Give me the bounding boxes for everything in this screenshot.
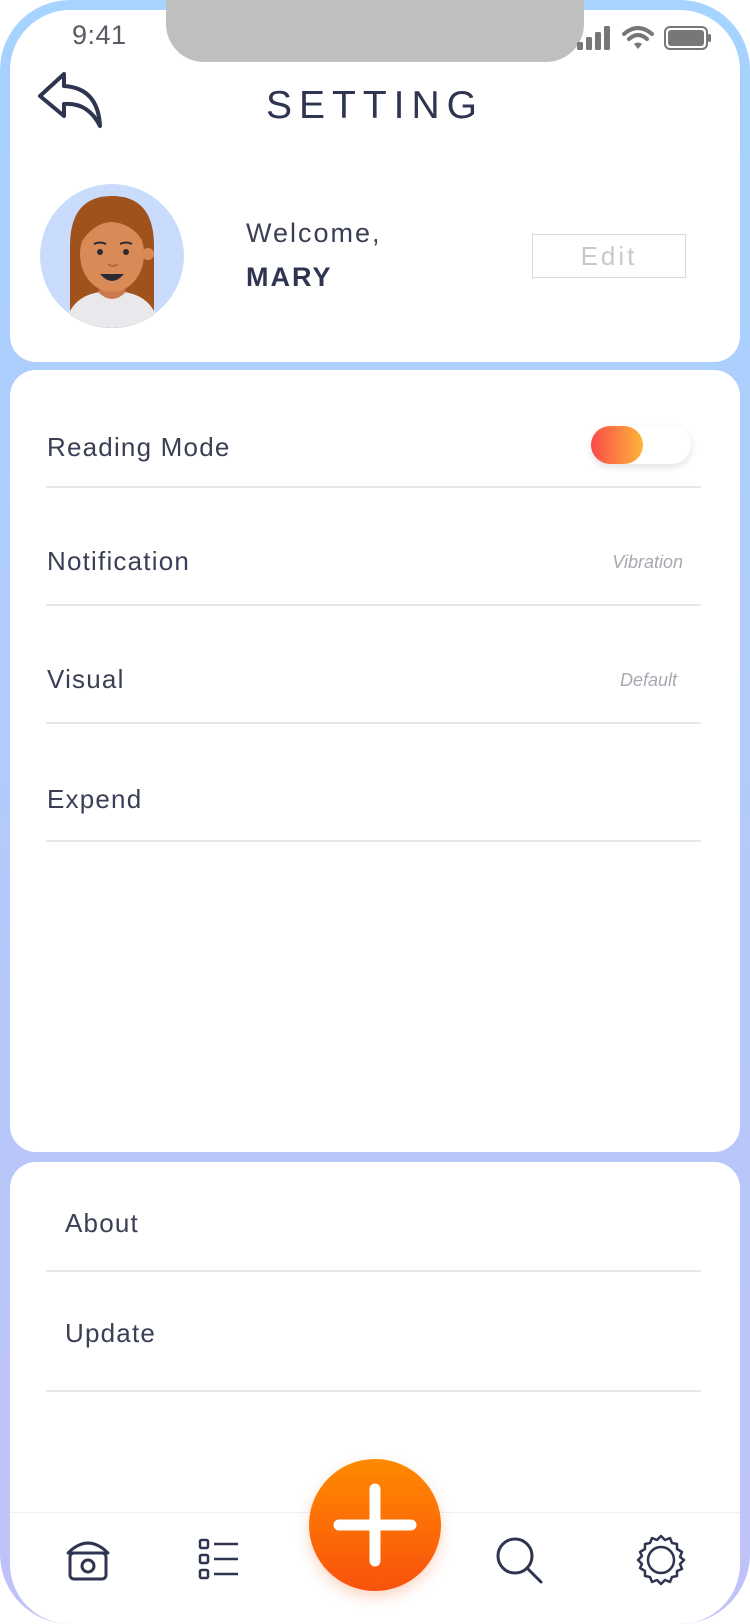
reading-mode-toggle[interactable] <box>591 426 691 464</box>
setting-label: Expend <box>47 784 143 814</box>
gear-icon[interactable] <box>634 1533 688 1587</box>
setting-row-reading-mode[interactable]: Reading Mode <box>46 370 701 488</box>
settings-card: Reading Mode Notification Vibration Visu… <box>10 370 740 1152</box>
setting-row-notification[interactable]: Notification Vibration <box>46 488 701 606</box>
toggle-knob <box>591 426 643 464</box>
setting-value: Vibration <box>612 552 683 572</box>
info-row-update[interactable]: Update <box>46 1272 701 1392</box>
search-icon[interactable] <box>494 1535 544 1585</box>
add-button[interactable] <box>309 1459 441 1591</box>
list-icon[interactable] <box>198 1537 242 1581</box>
phone-frame: 9:41 SETTING Welcome, MARY Edit Reading … <box>0 0 750 1624</box>
signal-icon <box>577 26 610 50</box>
avatar <box>40 184 184 328</box>
page-title: SETTING <box>265 84 484 127</box>
setting-label: Visual <box>47 664 125 694</box>
setting-label: Notification <box>47 546 191 576</box>
battery-icon <box>664 26 711 50</box>
profile-card: Welcome, MARY Edit <box>10 150 740 362</box>
wifi-icon <box>622 26 654 49</box>
user-name: MARY <box>246 262 333 292</box>
home-icon[interactable] <box>64 1535 112 1583</box>
welcome-text: Welcome, <box>246 218 382 248</box>
setting-label: Reading Mode <box>47 432 231 462</box>
info-row-about[interactable]: About <box>46 1162 701 1272</box>
setting-row-visual[interactable]: Visual Default <box>46 606 701 724</box>
edit-profile-button[interactable]: Edit <box>532 234 686 278</box>
info-label: About <box>65 1208 139 1238</box>
add-icon <box>333 1483 417 1567</box>
status-time: 9:41 <box>72 20 127 50</box>
setting-row-expend[interactable]: Expend <box>46 724 701 842</box>
notch <box>166 0 584 62</box>
setting-value: Default <box>619 670 677 690</box>
status-icons <box>576 24 712 52</box>
info-label: Update <box>65 1318 157 1348</box>
